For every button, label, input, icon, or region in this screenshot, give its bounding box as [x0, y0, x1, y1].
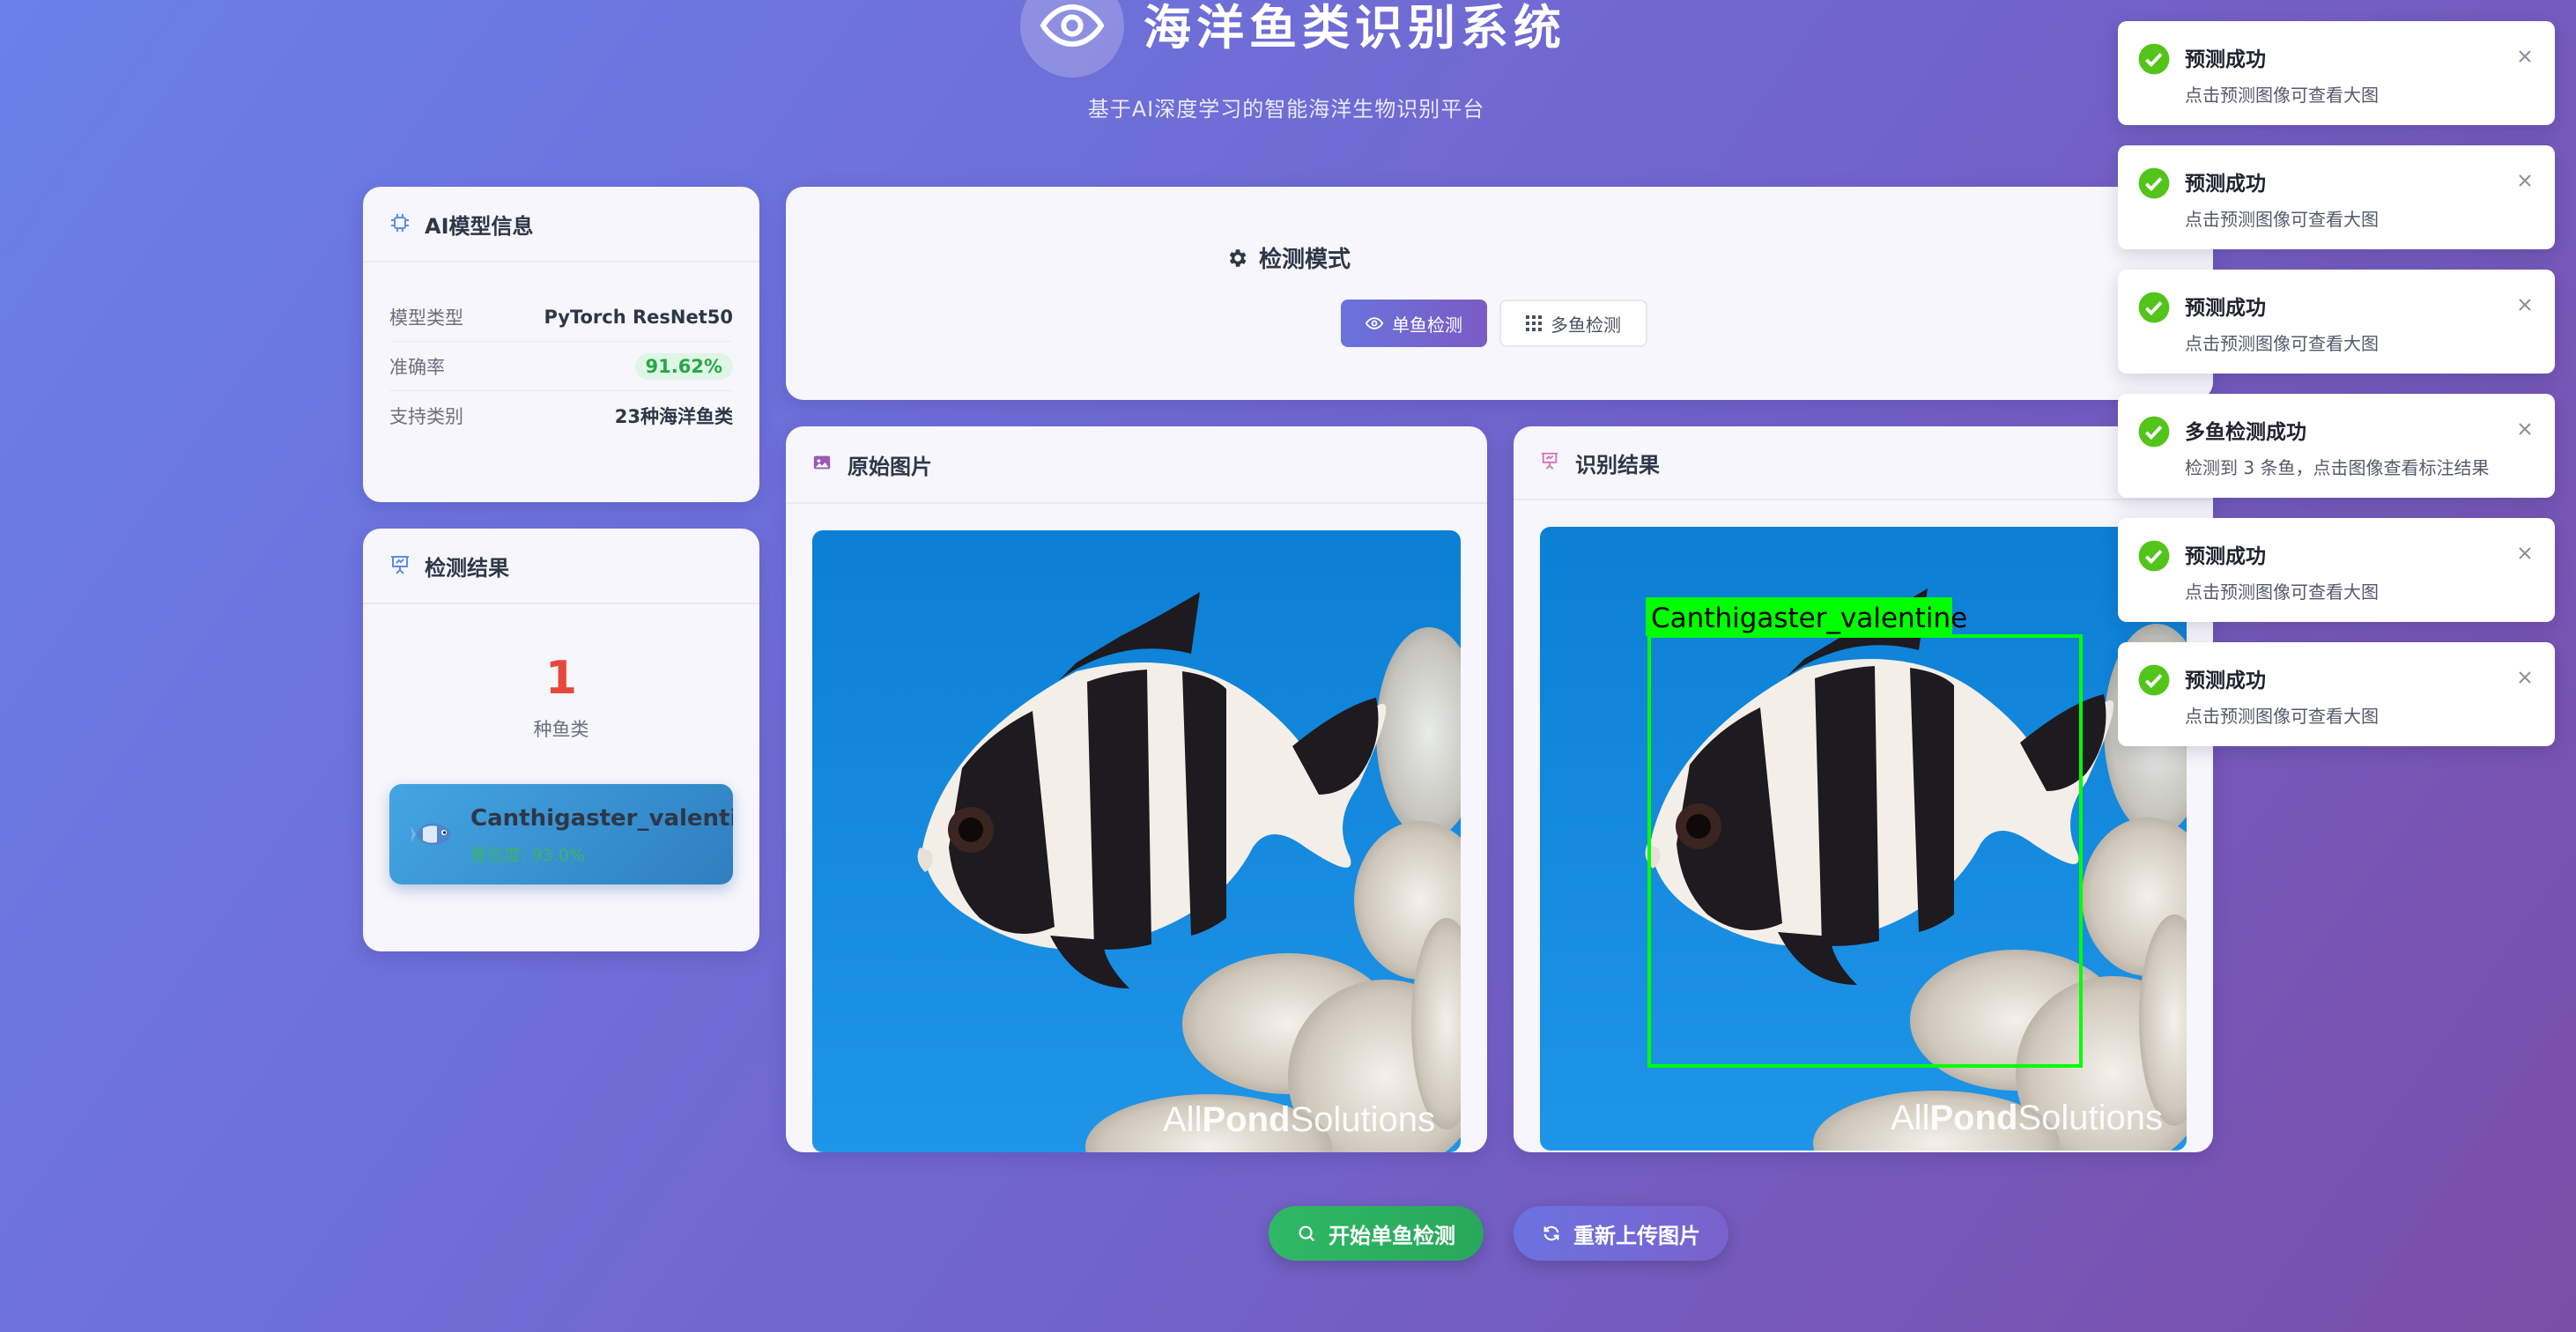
classes-row: 支持类别 23种海洋鱼类	[389, 391, 733, 440]
fish-name: Canthigaster_valentine	[470, 805, 733, 832]
toast-notification: 预测成功 点击预测图像可查看大图	[2118, 270, 2555, 374]
fish-confidence: 置信度: 93.0%	[470, 846, 585, 865]
toast-title: 预测成功	[2185, 670, 2266, 692]
single-mode-label: 单鱼检测	[1392, 314, 1462, 336]
toast-title: 预测成功	[2185, 173, 2266, 196]
reupload-button[interactable]: 重新上传图片	[1514, 1206, 1728, 1261]
presentation-icon	[389, 554, 412, 577]
eye-icon	[1040, 4, 1104, 48]
header-logo	[1020, 0, 1124, 78]
row-key: 支持类别	[389, 406, 463, 427]
original-header: 原始图片	[786, 426, 1487, 504]
model-info-card: AI模型信息 模型类型 PyTorch ResNet50 准确率 91.62% …	[363, 187, 759, 502]
presentation-icon	[1540, 451, 1563, 474]
image-icon	[812, 453, 835, 476]
row-value: 23种海洋鱼类	[614, 406, 733, 427]
toast-message: 点击预测图像可查看大图	[2185, 333, 2379, 354]
toast-notification: 多鱼检测成功 检测到 3 条鱼，点击图像查看标注结果	[2118, 394, 2555, 498]
species-count-label: 种鱼类	[533, 719, 589, 740]
close-icon[interactable]	[2514, 418, 2535, 440]
toast-message: 点击预测图像可查看大图	[2185, 581, 2379, 603]
gear-icon	[1229, 248, 1247, 267]
mode-button-group: 单鱼检测 多鱼检测	[1341, 300, 1647, 347]
detection-mode-card	[786, 187, 2213, 400]
search-icon	[1297, 1224, 1316, 1243]
toast-notification: 预测成功 点击预测图像可查看大图	[2118, 21, 2555, 125]
toast-title: 多鱼检测成功	[2185, 421, 2306, 444]
result-image-header: 识别结果	[1514, 426, 2213, 500]
watermark-part: All	[1163, 1100, 1202, 1139]
watermark-part: Pond	[1202, 1100, 1290, 1139]
refresh-icon	[1542, 1224, 1561, 1243]
accuracy-row: 准确率 91.62%	[389, 342, 733, 391]
close-icon[interactable]	[2514, 667, 2535, 688]
start-detection-button[interactable]: 开始单鱼检测	[1269, 1206, 1484, 1261]
fish-icon	[411, 814, 455, 855]
close-icon[interactable]	[2514, 46, 2535, 67]
watermark-part: Pond	[1929, 1099, 2017, 1137]
svg-text:AllPondSolutions: AllPondSolutions	[1163, 1100, 1435, 1139]
detection-result-card: 检测结果 1 种鱼类 Canthigaster_valentine 置信度: 9…	[363, 529, 759, 951]
result-title: 检测结果	[425, 555, 509, 581]
grid-icon	[1526, 315, 1542, 331]
species-count: 1	[544, 652, 578, 705]
eye-icon	[1366, 314, 1383, 332]
original-title: 原始图片	[848, 454, 932, 479]
model-type-row: 模型类型 PyTorch ResNet50	[389, 292, 733, 342]
toast-notification: 预测成功 点击预测图像可查看大图	[2118, 145, 2555, 249]
toast-notification: 预测成功 点击预测图像可查看大图	[2118, 642, 2555, 746]
close-icon[interactable]	[2514, 294, 2535, 315]
toast-title: 预测成功	[2185, 545, 2266, 568]
row-key: 准确率	[389, 356, 445, 378]
page-title: 海洋鱼类识别系统	[1144, 0, 1566, 56]
original-image[interactable]: AllPondSolutions	[812, 530, 1461, 1152]
detection-label: Canthigaster_valentine	[1651, 603, 1967, 634]
check-circle-icon	[2138, 540, 2170, 572]
fish-result-item[interactable]: Canthigaster_valentine 置信度: 93.0%	[389, 784, 733, 884]
toast-notification: 预测成功 点击预测图像可查看大图	[2118, 518, 2555, 622]
start-label: 开始单鱼检测	[1329, 1223, 1455, 1248]
result-header: 检测结果	[363, 529, 759, 604]
model-info-title: AI模型信息	[425, 213, 534, 239]
mode-title-text: 检测模式	[1258, 247, 1351, 273]
chip-icon	[389, 212, 412, 235]
check-circle-icon	[2138, 416, 2170, 448]
check-circle-icon	[2138, 664, 2170, 696]
toast-message: 点击预测图像可查看大图	[2185, 85, 2379, 106]
toast-title: 预测成功	[2185, 297, 2266, 320]
result-image-title: 识别结果	[1575, 452, 1660, 477]
watermark-part: All	[1891, 1099, 1929, 1137]
toast-message: 点击预测图像可查看大图	[2185, 706, 2379, 727]
check-circle-icon	[2138, 43, 2170, 75]
toast-title: 预测成功	[2185, 48, 2266, 71]
result-image[interactable]: Canthigaster_valentine AllPondSolutions	[1540, 527, 2187, 1151]
svg-text:AllPondSolutions: AllPondSolutions	[1891, 1099, 2163, 1137]
page-subtitle: 基于AI深度学习的智能海洋生物识别平台	[1087, 97, 1485, 122]
toast-message: 点击预测图像可查看大图	[2185, 209, 2379, 230]
reupload-label: 重新上传图片	[1573, 1223, 1700, 1248]
watermark-part: Solutions	[1290, 1100, 1435, 1139]
row-key: 模型类型	[389, 307, 463, 329]
accuracy-badge: 91.62%	[634, 352, 733, 380]
close-icon[interactable]	[2514, 170, 2535, 191]
close-icon[interactable]	[2514, 543, 2535, 564]
check-circle-icon	[2138, 292, 2170, 323]
check-circle-icon	[2138, 167, 2170, 199]
multi-mode-label: 多鱼检测	[1551, 314, 1621, 336]
multi-fish-mode-button[interactable]: 多鱼检测	[1499, 300, 1647, 347]
watermark-part: Solutions	[2017, 1099, 2163, 1137]
single-fish-mode-button[interactable]: 单鱼检测	[1341, 300, 1487, 347]
row-value: PyTorch ResNet50	[544, 306, 734, 328]
toast-message: 检测到 3 条鱼，点击图像查看标注结果	[2185, 457, 2490, 478]
